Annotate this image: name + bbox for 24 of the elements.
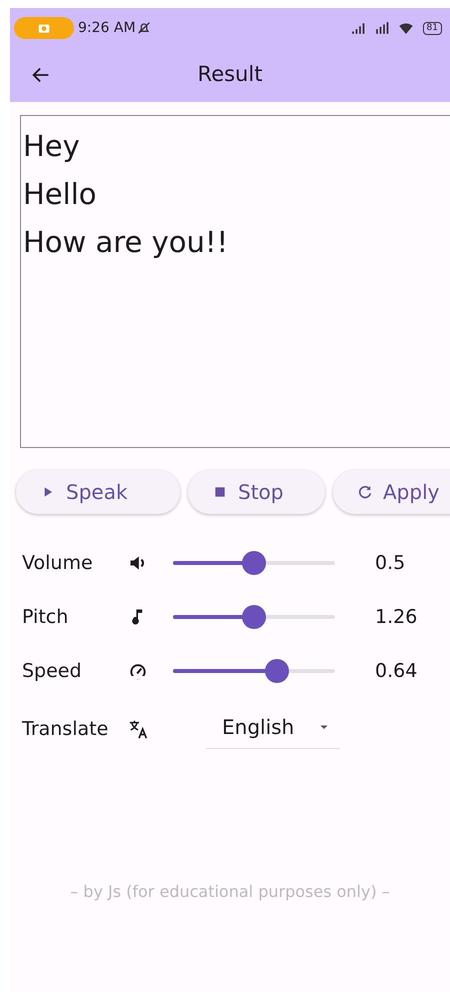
setting-label: Translate bbox=[22, 716, 110, 742]
speak-button[interactable]: Speak bbox=[16, 470, 180, 514]
slider-thumb[interactable] bbox=[264, 659, 289, 683]
language-dropdown[interactable]: English bbox=[206, 710, 340, 748]
status-time: 9:26 AM bbox=[78, 18, 136, 38]
setting-label: Speed bbox=[22, 658, 83, 684]
slider-thumb[interactable] bbox=[242, 551, 266, 575]
result-text-field[interactable]: Hey Hello How are you!! bbox=[20, 115, 450, 448]
setting-label: Volume bbox=[22, 550, 94, 576]
slider-value: 0.64 bbox=[375, 658, 418, 684]
apply-button[interactable]: Apply bbox=[333, 470, 450, 514]
refresh-icon bbox=[357, 484, 373, 500]
slider-value: 1.26 bbox=[375, 604, 418, 630]
slider-value: 0.5 bbox=[375, 550, 406, 576]
slider-thumb[interactable] bbox=[242, 605, 266, 629]
screen-title: Result bbox=[198, 62, 262, 86]
speedometer-icon bbox=[128, 661, 148, 681]
stop-button[interactable]: Stop bbox=[188, 470, 325, 514]
camera-indicator-icon bbox=[14, 17, 74, 39]
translate-icon bbox=[128, 718, 150, 740]
setting-label: Pitch bbox=[22, 604, 70, 630]
battery-level: 81 bbox=[426, 24, 438, 32]
muted-bell-icon bbox=[136, 20, 152, 36]
footer-note: – by Js (for educational purposes only) – bbox=[69, 881, 391, 903]
